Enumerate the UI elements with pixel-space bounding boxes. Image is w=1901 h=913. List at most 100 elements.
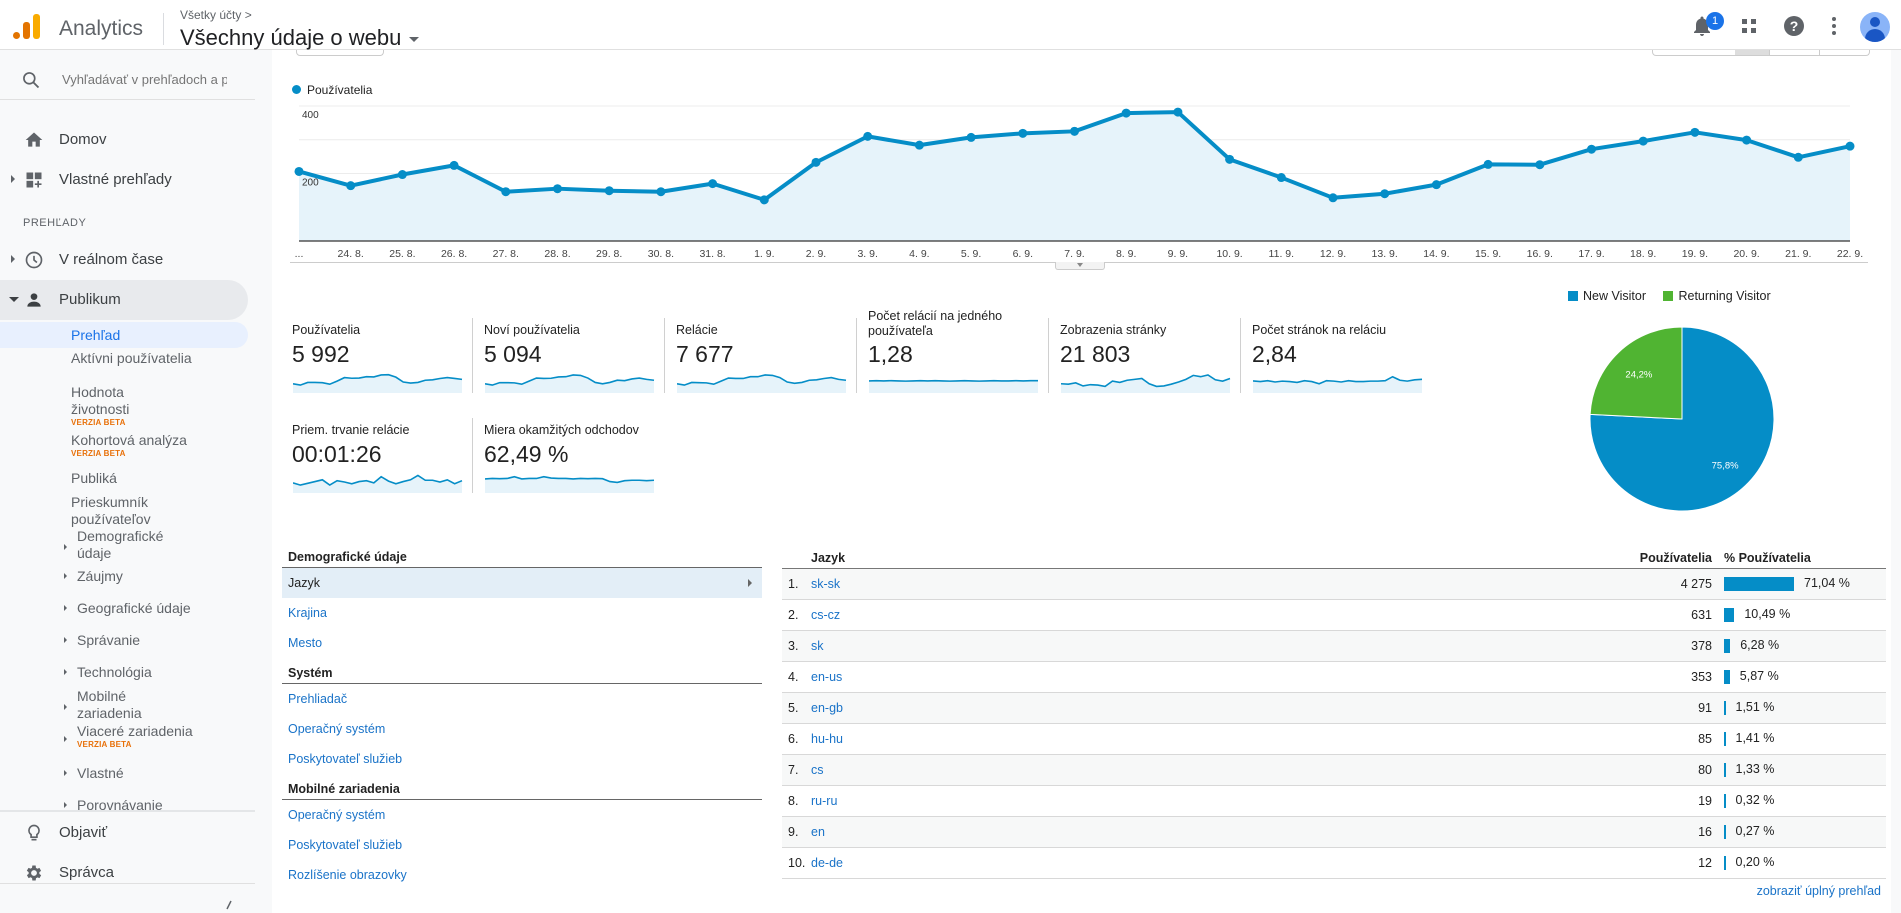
data-point[interactable]: [1690, 127, 1700, 137]
data-point[interactable]: [1173, 107, 1183, 117]
sidebar-item-home[interactable]: Domov: [0, 120, 248, 160]
language-link[interactable]: de-de: [811, 856, 843, 870]
data-point[interactable]: [346, 181, 356, 191]
data-point[interactable]: [811, 157, 821, 167]
data-point[interactable]: [501, 187, 511, 197]
visitor-type-pie-chart[interactable]: 75,8% 24,2%: [1585, 320, 1785, 520]
column-header-language[interactable]: Jazyk: [811, 548, 1074, 569]
sidebar-sub-cross-device[interactable]: Viaceré zariadenia VERZIA BETA: [77, 723, 193, 749]
data-point[interactable]: [1121, 108, 1131, 118]
sidebar-sub-custom[interactable]: Vlastné: [77, 765, 124, 782]
language-link[interactable]: ru-ru: [811, 794, 837, 808]
data-point[interactable]: [294, 166, 304, 176]
data-point[interactable]: [553, 184, 562, 194]
data-point[interactable]: [863, 131, 873, 141]
data-point[interactable]: [1483, 159, 1493, 169]
sidebar-sub-overview[interactable]: Prehľad: [0, 322, 248, 348]
dimension-item[interactable]: Rozlíšenie obrazovky: [282, 860, 762, 890]
data-point[interactable]: [759, 195, 769, 205]
interval-tab-selected[interactable]: [1735, 50, 1769, 55]
data-point[interactable]: [604, 186, 614, 196]
dimension-item[interactable]: Jazyk: [282, 568, 762, 598]
sidebar-sub-interests[interactable]: Záujmy: [77, 568, 123, 585]
view-full-report-link[interactable]: zobraziť úplný prehľad: [1757, 884, 1881, 898]
sidebar-sub-cohort-analysis[interactable]: Kohortová analýza VERZIA BETA: [71, 432, 187, 458]
data-point[interactable]: [708, 179, 718, 189]
language-link[interactable]: en-gb: [811, 701, 843, 715]
users-line-chart[interactable]: 400 200... 24. 8. 25. 8. 26. 8. 27. 8. 28. 8. 2…: [290, 100, 1870, 265]
app-name[interactable]: Analytics: [59, 17, 143, 41]
language-link[interactable]: cs-cz: [811, 608, 840, 622]
language-link[interactable]: sk-sk: [811, 577, 840, 591]
sidebar-item-custom-reports[interactable]: Vlastné prehľady: [0, 160, 248, 200]
data-point[interactable]: [1225, 154, 1235, 164]
data-point[interactable]: [1587, 144, 1596, 154]
dimension-item[interactable]: Poskytovateľ služieb: [282, 830, 762, 860]
more-options-button[interactable]: [1822, 14, 1846, 38]
sidebar-item-discover[interactable]: Objaviť: [0, 813, 248, 853]
metric-card[interactable]: Používatelia 5 992: [292, 323, 482, 403]
sidebar-sub-behavior[interactable]: Správanie: [77, 632, 140, 649]
data-point[interactable]: [1070, 126, 1079, 136]
dimension-item[interactable]: Krajina: [282, 598, 762, 628]
sidebar-sub-geo[interactable]: Geografické údaje: [77, 600, 191, 617]
chart-interval-tabs[interactable]: [1652, 50, 1870, 56]
metric-card[interactable]: Priem. trvanie relácie 00:01:26: [292, 423, 482, 503]
sidebar-sub-mobile[interactable]: Mobilné zariadenia: [77, 688, 157, 722]
data-point[interactable]: [1742, 135, 1752, 145]
breadcrumb[interactable]: Všetky účty >: [180, 8, 252, 22]
sidebar-sub-lifetime-value[interactable]: Hodnota životnosti VERZIA BETA: [71, 384, 161, 427]
data-point[interactable]: [966, 132, 976, 142]
dimension-item[interactable]: Mesto: [282, 628, 762, 658]
account-avatar[interactable]: [1860, 12, 1890, 42]
dimension-item[interactable]: Operačný systém: [282, 714, 762, 744]
data-point[interactable]: [1276, 173, 1286, 183]
data-point[interactable]: [1535, 160, 1545, 170]
collapse-sidebar-icon[interactable]: [225, 900, 233, 910]
data-point[interactable]: [914, 140, 924, 150]
data-point[interactable]: [1793, 152, 1803, 162]
column-header-users[interactable]: Používatelia: [1073, 548, 1724, 569]
column-header-pct-users[interactable]: % Používatelia: [1724, 548, 1886, 569]
data-point[interactable]: [1380, 189, 1390, 199]
sidebar-item-admin[interactable]: Správca: [0, 853, 248, 893]
data-point[interactable]: [1845, 141, 1855, 151]
data-point[interactable]: [449, 160, 459, 170]
metric-card[interactable]: Počet relácií na jedného používateľa 1,28: [856, 309, 1058, 393]
data-point[interactable]: [656, 187, 666, 197]
dimension-item[interactable]: Operačný systém: [282, 800, 762, 830]
help-button[interactable]: ?: [1782, 14, 1806, 38]
sidebar-sub-technology[interactable]: Technológia: [77, 664, 152, 681]
sidebar-sub-benchmarking[interactable]: Porovnávanie: [77, 797, 163, 810]
sidebar-sub-user-explorer[interactable]: Prieskumník používateľov: [71, 494, 171, 528]
sidebar-search[interactable]: [0, 60, 255, 100]
search-input[interactable]: [62, 68, 227, 90]
page-scrollbar-track[interactable]: [1891, 50, 1901, 913]
language-link[interactable]: en: [811, 825, 825, 839]
dimension-item[interactable]: Poskytovateľ služieb: [282, 744, 762, 774]
metric-card[interactable]: Počet stránok na reláciu 2,84: [1240, 318, 1442, 403]
sidebar-item-realtime[interactable]: V reálnom čase: [0, 240, 248, 280]
language-link[interactable]: cs: [811, 763, 824, 777]
view-selector[interactable]: Všechny údaje o webu: [180, 25, 420, 51]
metric-card[interactable]: Zobrazenia stránky 21 803: [1048, 318, 1250, 403]
data-point[interactable]: [1328, 193, 1338, 203]
sidebar-sub-audiences[interactable]: Publiká: [71, 470, 117, 487]
metric-card[interactable]: Miera okamžitých odchodov 62,49 %: [472, 418, 674, 503]
metric-card[interactable]: Relácie 7 677: [664, 318, 866, 403]
sidebar-sub-demographics[interactable]: Demografické údaje: [77, 528, 177, 562]
language-link[interactable]: sk: [811, 639, 824, 653]
data-point[interactable]: [1431, 180, 1441, 190]
apps-button[interactable]: [1737, 14, 1761, 38]
metric-card[interactable]: Noví používatelia 5 094: [472, 318, 674, 403]
language-link[interactable]: en-us: [811, 670, 842, 684]
data-point[interactable]: [1018, 128, 1028, 138]
sidebar-sub-active-users[interactable]: Aktívni používatelia: [71, 350, 192, 367]
analytics-logo-icon[interactable]: [13, 13, 41, 41]
data-point[interactable]: [1638, 136, 1648, 146]
data-point[interactable]: [397, 170, 407, 180]
language-link[interactable]: hu-hu: [811, 732, 843, 746]
chart-expand-toggle[interactable]: [1055, 262, 1105, 270]
sidebar-item-audience[interactable]: Publikum: [0, 280, 248, 320]
dimension-item[interactable]: Prehliadač: [282, 684, 762, 714]
